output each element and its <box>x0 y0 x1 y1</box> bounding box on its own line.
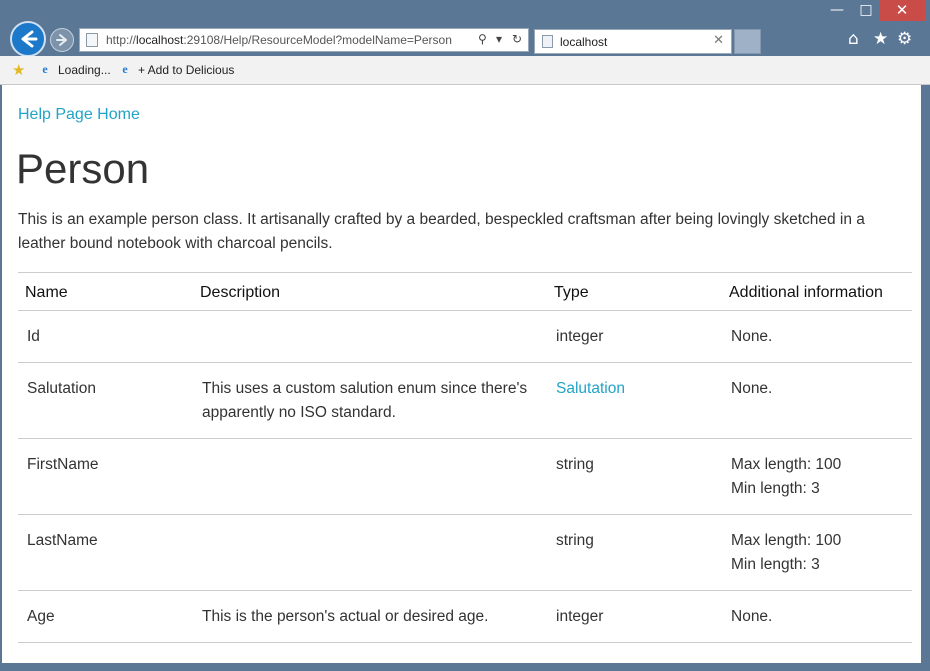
cell-info: None. <box>722 310 912 363</box>
new-tab-button[interactable] <box>734 29 761 54</box>
cell-description <box>193 310 547 363</box>
tab-title: localhost <box>560 35 608 49</box>
cell-type: Salutation <box>547 362 722 439</box>
cell-type: string <box>547 438 722 515</box>
info-line: Max length: 100 <box>731 456 842 473</box>
favorites-bar: ★ e Loading... e + Add to Delicious <box>0 56 930 85</box>
info-line: Min length: 3 <box>731 556 820 573</box>
cell-name: Age <box>18 590 193 643</box>
help-page-home-link[interactable]: Help Page Home <box>18 106 140 124</box>
cell-name: LastName <box>18 514 193 591</box>
table-row: Age This is the person's actual or desir… <box>18 590 912 643</box>
cell-type: string <box>547 514 722 591</box>
cell-description <box>193 514 547 591</box>
fav-loading-link[interactable]: Loading... <box>58 63 111 77</box>
close-window-button[interactable]: ✕ <box>879 0 925 21</box>
address-url[interactable]: http://localhost:29108/Help/ResourceMode… <box>106 33 452 47</box>
url-path: :29108/Help/ResourceModel?modelName=Pers… <box>183 33 452 47</box>
back-arrow-icon <box>21 30 38 48</box>
salutation-type-link[interactable]: Salutation <box>556 380 625 397</box>
search-icon[interactable]: ⚲ <box>478 32 487 46</box>
favorites-star-icon[interactable]: ★ <box>873 29 888 49</box>
cell-name: Id <box>18 310 193 363</box>
favorites-center-icon[interactable]: ★ <box>12 61 25 79</box>
table-row: Salutation This uses a custom salution e… <box>18 362 912 439</box>
forward-arrow-icon <box>56 34 67 46</box>
tools-gear-icon[interactable]: ⚙ <box>897 29 912 49</box>
cell-description: This is the person's actual or desired a… <box>193 590 547 643</box>
address-bar[interactable]: http://localhost:29108/Help/ResourceMode… <box>79 28 529 52</box>
browser-tab[interactable]: localhost ✕ <box>534 29 732 54</box>
fav-delicious-link[interactable]: + Add to Delicious <box>138 63 234 77</box>
cell-description: This uses a custom salution enum since t… <box>193 362 547 439</box>
url-prefix: http:// <box>106 33 137 47</box>
info-line: Min length: 3 <box>731 480 820 497</box>
page-title: Person <box>16 145 150 192</box>
table-row: Id integer None. <box>18 310 912 363</box>
page-icon <box>86 33 98 47</box>
refresh-icon[interactable]: ↻ <box>512 32 522 46</box>
cell-info: None. <box>722 590 912 643</box>
ie-page-icon: e <box>122 62 128 76</box>
table-header-row: Name Description Type Additional informa… <box>18 272 912 311</box>
tab-page-icon <box>542 35 553 48</box>
cell-info: Max length: 100 Min length: 3 <box>722 438 912 515</box>
cell-info: Max length: 100 Min length: 3 <box>722 514 912 591</box>
header-type: Type <box>547 272 722 311</box>
table-row: LastName string Max length: 100 Min leng… <box>18 514 912 591</box>
tab-close-icon[interactable]: ✕ <box>713 33 724 48</box>
info-line: Max length: 100 <box>731 532 842 549</box>
header-description: Description <box>193 272 547 311</box>
cell-description <box>193 438 547 515</box>
cell-info: None. <box>722 362 912 439</box>
header-additional-information: Additional information <box>722 272 912 311</box>
cell-name: FirstName <box>18 438 193 515</box>
forward-button[interactable] <box>50 28 74 52</box>
cell-name: Salutation <box>18 362 193 439</box>
home-icon[interactable]: ⌂ <box>848 29 859 49</box>
minimize-button[interactable]: — <box>822 0 852 21</box>
info-line: None. <box>731 608 773 625</box>
browser-titlebar: — □ ✕ http://localhost:29108/Help/Resour… <box>0 0 930 57</box>
header-name: Name <box>18 272 193 311</box>
url-host: localhost <box>136 33 184 47</box>
cell-type: integer <box>547 590 722 643</box>
cell-type: integer <box>547 310 722 363</box>
page-content: Help Page Home Person This is an example… <box>2 85 921 663</box>
model-description: This is an example person class. It arti… <box>18 211 865 252</box>
address-dropdown-icon[interactable]: ▾ <box>496 32 502 46</box>
back-button[interactable] <box>10 21 46 57</box>
ie-page-icon: e <box>42 62 48 76</box>
info-line: None. <box>731 328 773 345</box>
table-row: FirstName string Max length: 100 Min len… <box>18 438 912 515</box>
info-line: None. <box>731 380 773 397</box>
properties-table: Name Description Type Additional informa… <box>18 272 912 643</box>
maximize-button[interactable]: □ <box>852 0 880 21</box>
